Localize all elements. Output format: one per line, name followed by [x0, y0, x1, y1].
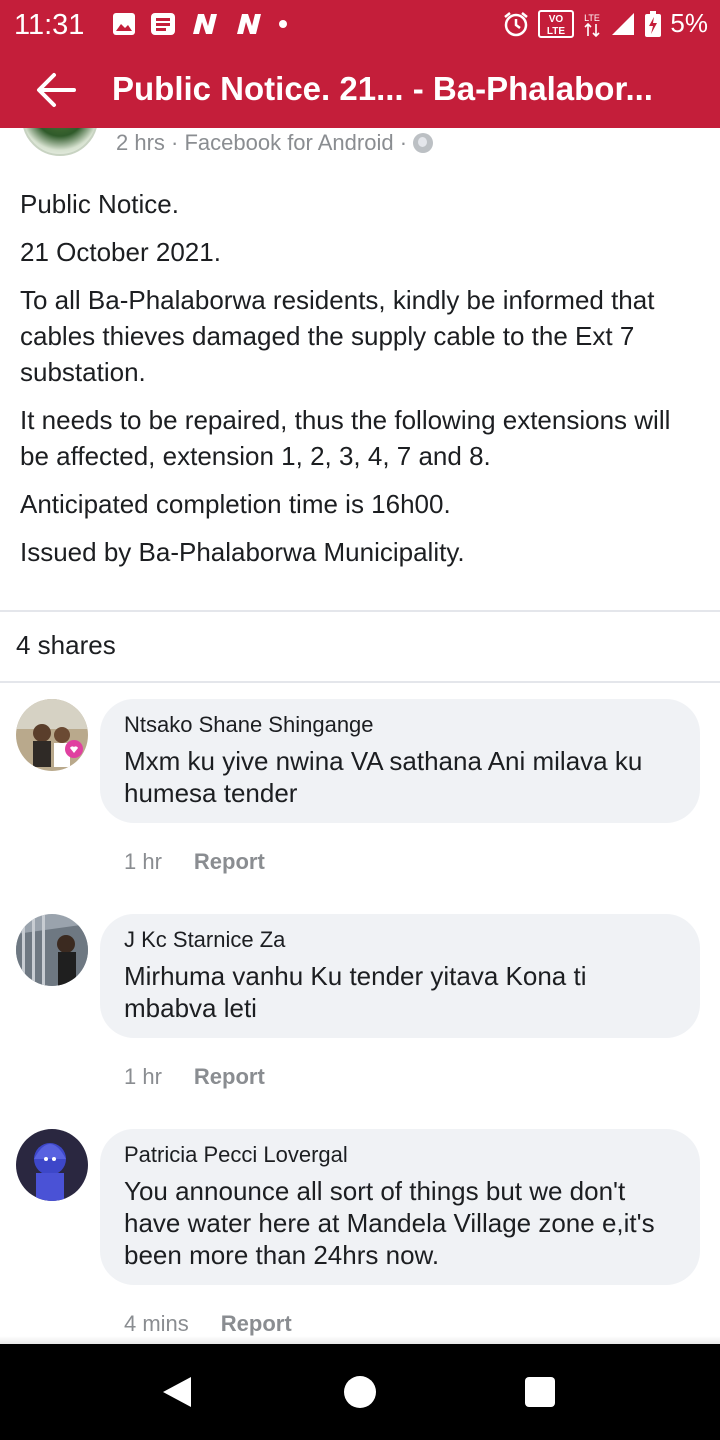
nav-home-icon[interactable]: [344, 1376, 376, 1408]
globe-icon: [413, 133, 434, 153]
comment-bubble[interactable]: J Kc Starnice Za Mirhuma vanhu Ku tender…: [100, 914, 700, 1038]
post-paragraph: Public Notice.: [20, 189, 179, 219]
status-bar: 11:31 VO LTE LTE 5%: [0, 0, 720, 52]
post-paragraph: To all Ba-Phalaborwa residents, kindly b…: [20, 285, 655, 387]
signal-icon: [612, 12, 635, 35]
alarm-icon: [504, 11, 529, 36]
back-button[interactable]: [34, 70, 78, 110]
comment-actions: 4 mins Report: [124, 1311, 292, 1337]
comment-text: Mxm ku yive nwina VA sathana Ani milava …: [124, 746, 643, 808]
app-bar: Public Notice. 21... - Ba-Phalabor...: [0, 52, 720, 128]
scroll-shadow: [0, 1336, 720, 1344]
comment-actions: 1 hr Report: [124, 1064, 265, 1090]
report-button[interactable]: Report: [221, 1311, 292, 1337]
comment-author[interactable]: J Kc Starnice Za: [124, 926, 676, 954]
n-notification-icon-2: [237, 14, 261, 34]
comment-bubble[interactable]: Patricia Pecci Lovergal You announce all…: [100, 1129, 700, 1285]
svg-text:VO: VO: [549, 14, 564, 25]
news-notification-icon: [151, 13, 175, 35]
report-button[interactable]: Report: [194, 1064, 265, 1090]
shares-count[interactable]: 4 shares: [16, 630, 116, 661]
post-header: 2 hrs · Facebook for Android ·: [0, 128, 720, 164]
comment-text: You announce all sort of things but we d…: [124, 1176, 655, 1270]
comment-text: Mirhuma vanhu Ku tender yitava Kona ti m…: [124, 961, 587, 1023]
comment-author[interactable]: Ntsako Shane Shingange: [124, 711, 676, 739]
avatar[interactable]: [16, 914, 88, 986]
post-meta-text: 2 hrs · Facebook for Android ·: [116, 130, 408, 155]
image-notification-icon: [113, 13, 135, 35]
status-right: VO LTE LTE 5%: [502, 8, 708, 39]
lte-data-icon: LTE: [585, 13, 601, 37]
comment-actions: 1 hr Report: [124, 849, 265, 875]
post-meta: 2 hrs · Facebook for Android ·: [116, 130, 434, 156]
nav-back-icon[interactable]: [163, 1377, 191, 1407]
comment-time: 4 mins: [124, 1311, 189, 1336]
battery-charging-icon: [645, 10, 662, 37]
post-paragraph: It needs to be repaired, thus the follow…: [20, 405, 671, 471]
page-title: Public Notice. 21... - Ba-Phalabor...: [112, 70, 653, 107]
arrow-left-icon: [37, 73, 76, 107]
notification-icons: [112, 12, 288, 36]
page-avatar[interactable]: [22, 128, 98, 156]
avatar[interactable]: [16, 1129, 88, 1201]
svg-text:LTE: LTE: [547, 26, 565, 37]
divider: [0, 681, 720, 683]
system-nav-bar: [0, 1344, 720, 1440]
svg-text:LTE: LTE: [585, 13, 601, 23]
nav-recents-icon[interactable]: [525, 1377, 555, 1407]
volte-icon: VOLTE: [538, 9, 575, 38]
report-button[interactable]: Report: [194, 849, 265, 875]
comment-bubble[interactable]: Ntsako Shane Shingange Mxm ku yive nwina…: [100, 699, 700, 823]
battery-percent: 5%: [670, 8, 708, 38]
post-paragraph: 21 October 2021.: [20, 237, 221, 267]
post-paragraph: Anticipated completion time is 16h00.: [20, 489, 451, 519]
post-body: Public Notice. 21 October 2021. To all B…: [20, 186, 700, 582]
post-paragraph: Issued by Ba-Phalaborwa Municipality.: [20, 537, 465, 567]
comment-author[interactable]: Patricia Pecci Lovergal: [124, 1141, 676, 1169]
status-time: 11:31: [14, 9, 85, 41]
divider: [0, 610, 720, 612]
n-notification-icon: [193, 14, 217, 34]
avatar[interactable]: [16, 699, 88, 771]
comment-time: 1 hr: [124, 1064, 162, 1089]
comment-time: 1 hr: [124, 849, 162, 874]
more-notifications-dot-icon: [279, 20, 287, 28]
